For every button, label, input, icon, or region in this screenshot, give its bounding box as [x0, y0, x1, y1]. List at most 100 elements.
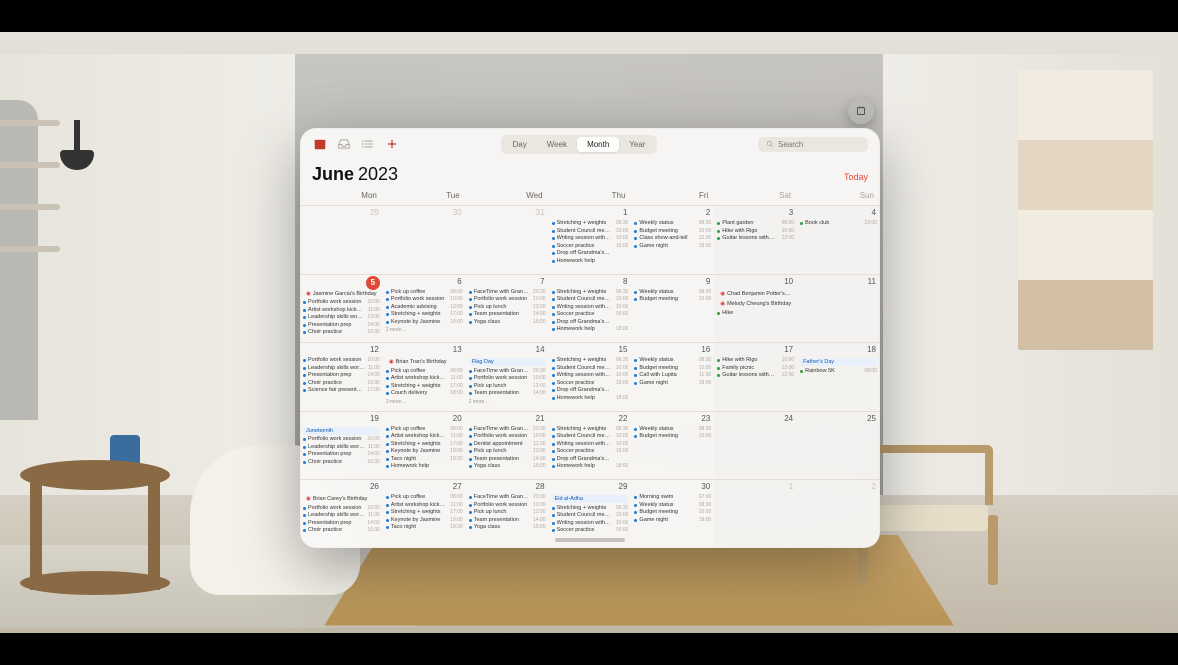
- event-item[interactable]: Game night19:00: [634, 517, 711, 524]
- allday-event[interactable]: ◉Chad Benjamin Potter's Bi…: [717, 290, 794, 298]
- event-item[interactable]: Game night19:00: [634, 380, 711, 387]
- event-item[interactable]: Pick up coffee08:00: [386, 368, 463, 375]
- event-item[interactable]: Stretching + weights06:30: [552, 289, 629, 296]
- event-item[interactable]: Team presentation14:00: [469, 456, 546, 463]
- event-item[interactable]: Rainbow 5K08:00: [800, 368, 877, 375]
- list-icon[interactable]: [360, 136, 376, 152]
- event-item[interactable]: Budget meeting10:00: [634, 433, 711, 440]
- event-item[interactable]: Drop off Grandma's…: [552, 387, 629, 394]
- event-item[interactable]: Stretching + weights17:00: [386, 509, 463, 516]
- event-item[interactable]: Soccer practice16:00: [552, 311, 629, 318]
- event-item[interactable]: FaceTime with Gran…20:30: [469, 494, 546, 501]
- event-item[interactable]: Budget meeting10:00: [634, 365, 711, 372]
- day-cell[interactable]: 9Weekly status08:30Budget meeting10:00: [631, 274, 714, 343]
- day-cell[interactable]: 24: [714, 411, 797, 480]
- event-item[interactable]: Student Council mee…10:00: [552, 228, 629, 235]
- event-item[interactable]: Stretching + weights17:00: [386, 383, 463, 390]
- event-item[interactable]: Stretching + weights17:00: [386, 311, 463, 318]
- event-item[interactable]: Portfolio work session10:00: [303, 299, 380, 306]
- event-item[interactable]: Writing session with…10:00: [552, 304, 629, 311]
- event-item[interactable]: Science fair presenta…17:00: [303, 387, 380, 394]
- event-item[interactable]: Drop off Grandma's…: [552, 319, 629, 326]
- event-item[interactable]: Call with Lupita11:30: [634, 372, 711, 379]
- event-item[interactable]: Soccer practice16:00: [552, 380, 629, 387]
- window-grabber[interactable]: [555, 538, 625, 542]
- day-cell[interactable]: 25: [797, 411, 880, 480]
- event-item[interactable]: Student Council mee…10:00: [552, 433, 629, 440]
- day-cell[interactable]: 26◉Brian Carey's BirthdayPortfolio work …: [300, 479, 383, 548]
- event-item[interactable]: Student Council mee…10:00: [552, 296, 629, 303]
- allday-event[interactable]: Eid al-Adha: [552, 495, 629, 503]
- day-cell[interactable]: 12Portfolio work session10:00Leadership …: [300, 342, 383, 411]
- event-item[interactable]: Budget meeting10:00: [634, 296, 711, 303]
- event-item[interactable]: Pick up lunch12:00: [469, 383, 546, 390]
- event-item[interactable]: Yoga class15:00: [469, 524, 546, 531]
- day-cell[interactable]: 20Pick up coffee08:00Artist workshop kic…: [383, 411, 466, 480]
- event-item[interactable]: Class show-and-tell12:00: [634, 235, 711, 242]
- day-cell[interactable]: 22Stretching + weights06:30Student Counc…: [549, 411, 632, 480]
- event-item[interactable]: Presentation prep14:00: [303, 520, 380, 527]
- allday-event[interactable]: Father's Day: [800, 358, 877, 366]
- day-cell[interactable]: 30Morning swim07:00Weekly status08:30Bud…: [631, 479, 714, 548]
- day-cell[interactable]: 16Weekly status08:30Budget meeting10:00C…: [631, 342, 714, 411]
- allday-event[interactable]: Juneteenth: [303, 427, 380, 435]
- event-item[interactable]: Portfolio work session10:00: [469, 433, 546, 440]
- more-events[interactable]: 3 more…: [386, 399, 463, 405]
- event-item[interactable]: Weekly status08:30: [634, 502, 711, 509]
- event-item[interactable]: FaceTime with Gran…20:30: [469, 426, 546, 433]
- day-cell[interactable]: 2: [797, 479, 880, 548]
- day-cell[interactable]: 23Weekly status08:30Budget meeting10:00: [631, 411, 714, 480]
- day-cell[interactable]: 11: [797, 274, 880, 343]
- event-item[interactable]: Leadership skills wor…11:00: [303, 365, 380, 372]
- event-item[interactable]: Hike with Rigo10:00: [717, 357, 794, 364]
- allday-event[interactable]: ◉Brian Carey's Birthday: [303, 495, 380, 503]
- day-cell[interactable]: 27Pick up coffee08:00Artist workshop kic…: [383, 479, 466, 548]
- event-item[interactable]: Guitar lessons with…12:00: [717, 235, 794, 242]
- allday-event[interactable]: ◉Jasmine Garcia's Birthday: [303, 290, 380, 298]
- day-cell[interactable]: 21FaceTime with Gran…20:30Portfolio work…: [466, 411, 549, 480]
- event-item[interactable]: Presentation prep14:00: [303, 322, 380, 329]
- event-item[interactable]: Choir practice16:30: [303, 329, 380, 336]
- more-events[interactable]: 2 more…: [386, 327, 463, 333]
- event-item[interactable]: Presentation prep14:00: [303, 451, 380, 458]
- event-item[interactable]: Writing session with…10:00: [552, 235, 629, 242]
- event-item[interactable]: Choir practice16:30: [303, 527, 380, 534]
- event-item[interactable]: Keynote by Jasmine19:00: [386, 517, 463, 524]
- event-item[interactable]: Taco night19:30: [386, 524, 463, 531]
- event-item[interactable]: Weekly status08:30: [634, 220, 711, 227]
- day-cell[interactable]: 28FaceTime with Gran…20:30Portfolio work…: [466, 479, 549, 548]
- event-item[interactable]: Leadership skills wor…11:00: [303, 512, 380, 519]
- day-cell[interactable]: 6Pick up coffee08:00Portfolio work sessi…: [383, 274, 466, 343]
- event-item[interactable]: Stretching + weights06:30: [552, 220, 629, 227]
- more-events[interactable]: 2 more…: [469, 399, 546, 405]
- event-item[interactable]: Plant garden09:00: [717, 220, 794, 227]
- event-item[interactable]: Writing session with…10:00: [552, 441, 629, 448]
- day-cell[interactable]: 17Hike with Rigo10:00Family picnic12:00G…: [714, 342, 797, 411]
- event-item[interactable]: Budget meeting10:00: [634, 509, 711, 516]
- event-item[interactable]: Artist workshop kick…11:00: [303, 307, 380, 314]
- event-item[interactable]: Game night19:00: [634, 243, 711, 250]
- event-item[interactable]: Pick up lunch12:00: [469, 304, 546, 311]
- view-mode-year[interactable]: Year: [619, 137, 655, 152]
- event-item[interactable]: Artist workshop kick…11:00: [386, 433, 463, 440]
- window-control-button[interactable]: [848, 98, 874, 124]
- view-mode-week[interactable]: Week: [537, 137, 577, 152]
- event-item[interactable]: Choir practice16:30: [303, 459, 380, 466]
- event-item[interactable]: Weekly status08:30: [634, 289, 711, 296]
- event-item[interactable]: FaceTime with Gran…20:30: [469, 289, 546, 296]
- event-item[interactable]: Dentist appointment11:30: [469, 441, 546, 448]
- event-item[interactable]: Soccer practice16:00: [552, 527, 629, 534]
- event-item[interactable]: Weekly status08:30: [634, 426, 711, 433]
- event-item[interactable]: Drop off Grandma's…: [552, 456, 629, 463]
- day-cell[interactable]: 8Stretching + weights06:30Student Counci…: [549, 274, 632, 343]
- view-mode-day[interactable]: Day: [503, 137, 537, 152]
- event-item[interactable]: Portfolio work session10:00: [386, 296, 463, 303]
- event-item[interactable]: Portfolio work session10:00: [303, 505, 380, 512]
- allday-event[interactable]: ◉Melody Cheung's Birthday: [717, 300, 794, 308]
- event-item[interactable]: Stretching + weights06:30: [552, 426, 629, 433]
- day-cell[interactable]: 10◉Chad Benjamin Potter's Bi…◉Melody Che…: [714, 274, 797, 343]
- event-item[interactable]: Soccer practice16:00: [552, 448, 629, 455]
- day-cell[interactable]: 30: [383, 205, 466, 274]
- event-item[interactable]: Morning swim07:00: [634, 494, 711, 501]
- event-item[interactable]: Student Council mee…10:00: [552, 365, 629, 372]
